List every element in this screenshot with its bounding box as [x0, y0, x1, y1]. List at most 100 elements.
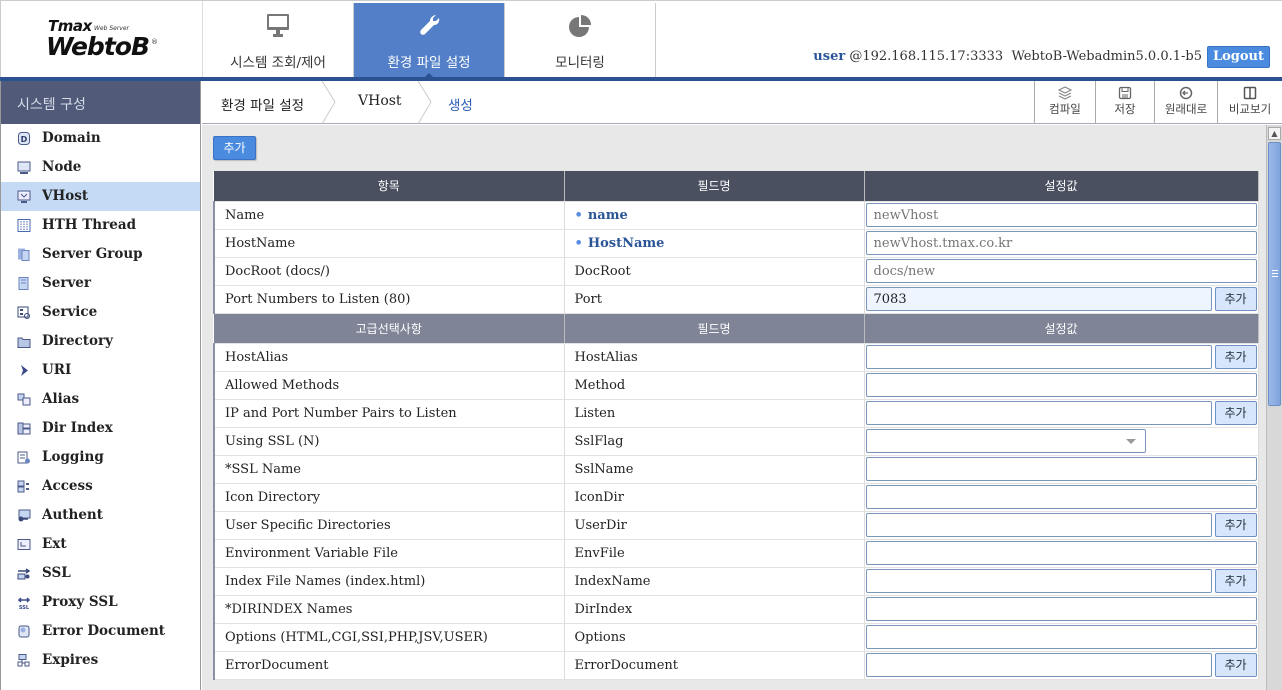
sidebar-item-ext[interactable]: Ext [1, 530, 200, 559]
table-row: Options (HTML,CGI,SSI,PHP,JSV,USER) Optio… [213, 623, 1259, 652]
sslflag-select[interactable] [865, 429, 1146, 453]
sidebar-item-dir-index[interactable]: Dir Index [1, 414, 200, 443]
table-row: Icon Directory IconDir [213, 483, 1259, 512]
field-name: HostAlias [564, 343, 865, 372]
value-cell [864, 455, 1259, 484]
table-row: User Specific Directories UserDir 추가 [213, 511, 1259, 540]
envfile-input[interactable] [865, 541, 1257, 565]
sidebar-item-label: Logging [42, 449, 104, 465]
topnav-config-files[interactable]: 환경 파일 설정 [354, 3, 505, 79]
userdir-add-button[interactable]: 추가 [1214, 513, 1257, 537]
topnav-system-control[interactable]: 시스템 조회/제어 [203, 3, 354, 78]
port-add-button[interactable]: 추가 [1214, 287, 1257, 311]
webtob-logo[interactable]: Tmax Web Server WebtoB ® [1, 1, 203, 78]
sidebar-item-server[interactable]: Server [1, 269, 200, 298]
sidebar-item-hth-thread[interactable]: HTH Thread [1, 211, 200, 240]
topnav-monitoring[interactable]: 모니터링 [505, 3, 656, 78]
column-header-item: 항목 [214, 171, 565, 202]
field-name: Port [564, 285, 865, 314]
revert-button[interactable]: 원래대로 [1154, 81, 1217, 123]
sidebar-item-label: Server [42, 275, 91, 291]
sidebar-item-domain[interactable]: D Domain [1, 124, 200, 153]
column-header-item: 고급선택사항 [214, 313, 565, 344]
scroll-up-icon[interactable]: ▲ [1268, 127, 1281, 140]
sidebar: 시스템 구성 D Domain Node VHost HTH Thread Server … [0, 81, 201, 690]
table-row: ErrorDocument ErrorDocument 추가 [213, 651, 1259, 680]
indexname-add-button[interactable]: 추가 [1214, 569, 1257, 593]
item-label: Port Numbers to Listen (80) [213, 285, 565, 314]
sidebar-item-error-document[interactable]: Error Document [1, 617, 200, 646]
sidebar-item-alias[interactable]: Alias [1, 385, 200, 414]
sidebar-item-server-group[interactable]: Server Group [1, 240, 200, 269]
sidebar-item-node[interactable]: Node [1, 153, 200, 182]
item-label: Using SSL (N) [213, 427, 565, 456]
scrollbar-thumb[interactable] [1268, 142, 1281, 406]
field-name: SslName [564, 455, 865, 484]
errordocument-input[interactable] [865, 653, 1212, 677]
sidebar-item-directory[interactable]: Directory [1, 327, 200, 356]
name-input[interactable] [865, 203, 1257, 227]
listen-input[interactable] [865, 401, 1212, 425]
topnav-label: 시스템 조회/제어 [230, 55, 326, 71]
hostalias-add-button[interactable]: 추가 [1214, 345, 1257, 369]
vertical-scrollbar[interactable]: ▲ [1266, 125, 1282, 690]
sidebar-item-expires[interactable]: Expires [1, 646, 200, 675]
options-input[interactable] [865, 625, 1257, 649]
value-cell [864, 229, 1259, 258]
revert-icon [1179, 86, 1193, 100]
proxy-ssl-icon: SSL [17, 597, 31, 609]
field-name: Method [564, 371, 865, 400]
item-label: HostAlias [213, 343, 565, 372]
listen-add-button[interactable]: 추가 [1214, 401, 1257, 425]
sidebar-item-ssl[interactable]: SSL [1, 559, 200, 588]
logo-registered: ® [151, 38, 158, 46]
item-label: User Specific Directories [213, 511, 565, 540]
sidebar-item-proxy-ssl[interactable]: SSL Proxy SSL [1, 588, 200, 617]
revert-label: 원래대로 [1164, 102, 1208, 116]
sidebar-item-vhost[interactable]: VHost [1, 182, 200, 211]
item-label: Environment Variable File [213, 539, 565, 568]
hostname-input[interactable] [865, 231, 1257, 255]
sidebar-item-label: Proxy SSL [42, 594, 118, 610]
sidebar-item-logging[interactable]: Logging [1, 443, 200, 472]
sidebar-item-service[interactable]: Service [1, 298, 200, 327]
user-info: user @192.168.115.17:3333 WebtoB-Webadmi… [813, 49, 1202, 64]
columns-icon [1243, 86, 1257, 100]
logout-button[interactable]: Logout [1207, 46, 1270, 68]
field-name: UserDir [564, 511, 865, 540]
errordocument-add-button[interactable]: 추가 [1214, 653, 1257, 677]
port-input[interactable] [865, 287, 1212, 311]
add-button[interactable]: 추가 [213, 136, 256, 160]
compare-button[interactable]: 비교보기 [1217, 81, 1282, 123]
sidebar-item-authent[interactable]: Authent [1, 501, 200, 530]
sidebar-item-uri[interactable]: URI [1, 356, 200, 385]
wrench-icon [354, 13, 504, 39]
userdir-input[interactable] [865, 513, 1212, 537]
breadcrumb-vhost[interactable]: VHost [358, 93, 402, 109]
field-name: EnvFile [564, 539, 865, 568]
method-input[interactable] [865, 373, 1257, 397]
docroot-input[interactable] [865, 259, 1257, 283]
hostalias-input[interactable] [865, 345, 1212, 369]
item-label: Icon Directory [213, 483, 565, 512]
logo-brand: WebtoB [46, 32, 150, 61]
indexname-input[interactable] [865, 569, 1212, 593]
field-name: name [564, 201, 865, 230]
table-row: *SSL Name SslName [213, 455, 1259, 484]
sidebar-item-label: Expires [42, 652, 99, 668]
value-cell [864, 201, 1259, 230]
sslname-input[interactable] [865, 457, 1257, 481]
breadcrumb-config-files[interactable]: 환경 파일 설정 [221, 94, 304, 114]
table-header-row: 고급선택사항 필드명 설정값 [214, 313, 1259, 344]
field-name: IconDir [564, 483, 865, 512]
dirindex-input[interactable] [865, 597, 1257, 621]
value-cell [864, 623, 1259, 652]
vhost-icon [17, 190, 31, 203]
domain-icon: D [18, 132, 30, 145]
save-button[interactable]: 저장 [1095, 81, 1154, 123]
table-row: HostNameHostName [213, 229, 1259, 258]
compile-button[interactable]: 컴파일 [1034, 81, 1095, 123]
value-cell: 추가 [864, 511, 1259, 540]
sidebar-item-access[interactable]: Access [1, 472, 200, 501]
icondir-input[interactable] [865, 485, 1257, 509]
